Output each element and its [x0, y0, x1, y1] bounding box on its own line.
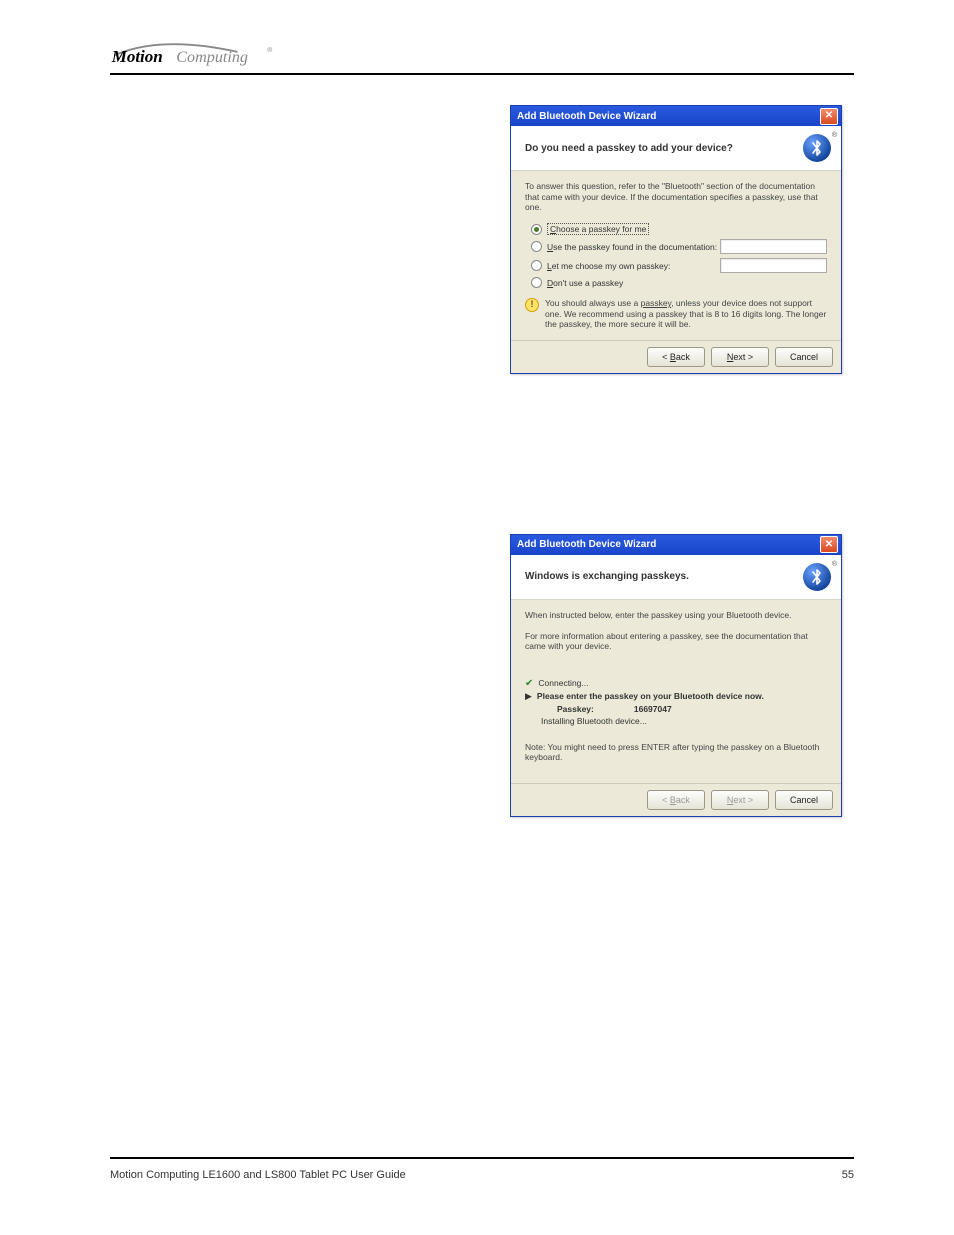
check-icon: ✔	[525, 678, 533, 689]
cancel-button[interactable]: Cancel	[775, 790, 833, 810]
radio-icon[interactable]	[531, 241, 542, 252]
back-button: < Back	[647, 790, 705, 810]
passkey-dialog: Add Bluetooth Device Wizard ✕ Do you nee…	[510, 105, 842, 374]
connecting-line: ✔ Connecting...	[525, 678, 827, 689]
option-no-passkey[interactable]: Don't use a passkey	[531, 277, 827, 288]
page-footer: Motion Computing LE1600 and LS800 Tablet…	[110, 1169, 854, 1181]
button-row: < Back Next > Cancel	[511, 783, 841, 816]
installing-line: Installing Bluetooth device...	[541, 716, 827, 726]
enter-now-line: ▶ Please enter the passkey on your Bluet…	[525, 691, 827, 702]
exch-line1: When instructed below, enter the passkey…	[525, 610, 827, 621]
page-number: 55	[842, 1169, 854, 1181]
radio-icon[interactable]	[531, 224, 542, 235]
intro-text: To answer this question, refer to the "B…	[525, 181, 827, 213]
next-button: Next >	[711, 790, 769, 810]
exch-line2: For more information about entering a pa…	[525, 631, 827, 652]
back-button[interactable]: < Back	[647, 347, 705, 367]
header-divider	[110, 73, 854, 75]
bluetooth-icon: ®	[803, 134, 831, 162]
radio-icon[interactable]	[531, 260, 542, 271]
passkey-info: ! You should always use a passkey, unles…	[525, 298, 827, 330]
dialog-header: Windows is exchanging passkeys. ®	[511, 555, 841, 600]
doc-passkey-input[interactable]	[720, 239, 827, 254]
dialog-title: Add Bluetooth Device Wizard	[517, 111, 656, 122]
passkey-value: 16697047	[634, 704, 672, 714]
option-choose-passkey[interactable]: Choose a passkey for me	[531, 223, 827, 235]
note-line: Note: You might need to press ENTER afte…	[525, 742, 827, 763]
own-passkey-input[interactable]	[720, 258, 827, 273]
arrow-right-icon: ▶	[525, 691, 532, 702]
dialog-title: Add Bluetooth Device Wizard	[517, 539, 656, 550]
brand-logo: Motion Computing ®	[110, 40, 854, 67]
warning-icon: !	[525, 298, 539, 312]
logo-swoosh-icon: Motion Computing ®	[110, 40, 280, 67]
dialog-heading: Do you need a passkey to add your device…	[525, 143, 733, 154]
logo-computing-text: Computing	[176, 49, 248, 66]
passkey-link[interactable]: passkey	[641, 298, 672, 308]
dialog-titlebar[interactable]: Add Bluetooth Device Wizard ✕	[511, 535, 841, 555]
footer-left: Motion Computing LE1600 and LS800 Tablet…	[110, 1169, 406, 1181]
close-icon[interactable]: ✕	[820, 108, 838, 125]
option-own-passkey[interactable]: Let me choose my own passkey:	[531, 258, 827, 273]
svg-text:®: ®	[267, 46, 272, 54]
dialog-titlebar[interactable]: Add Bluetooth Device Wizard ✕	[511, 106, 841, 126]
footer-divider	[110, 1157, 854, 1159]
logo-motion-text: Motion	[111, 47, 163, 66]
cancel-button[interactable]: Cancel	[775, 347, 833, 367]
dialog-heading: Windows is exchanging passkeys.	[525, 571, 689, 582]
option-doc-passkey[interactable]: Use the passkey found in the documentati…	[531, 239, 827, 254]
bluetooth-icon: ®	[803, 563, 831, 591]
passkey-row: Passkey: 16697047	[557, 704, 827, 714]
exchanging-dialog: Add Bluetooth Device Wizard ✕ Windows is…	[510, 534, 842, 817]
close-icon[interactable]: ✕	[820, 536, 838, 553]
button-row: < Back Next > Cancel	[511, 340, 841, 373]
radio-icon[interactable]	[531, 277, 542, 288]
dialog-header: Do you need a passkey to add your device…	[511, 126, 841, 171]
next-button[interactable]: Next >	[711, 347, 769, 367]
